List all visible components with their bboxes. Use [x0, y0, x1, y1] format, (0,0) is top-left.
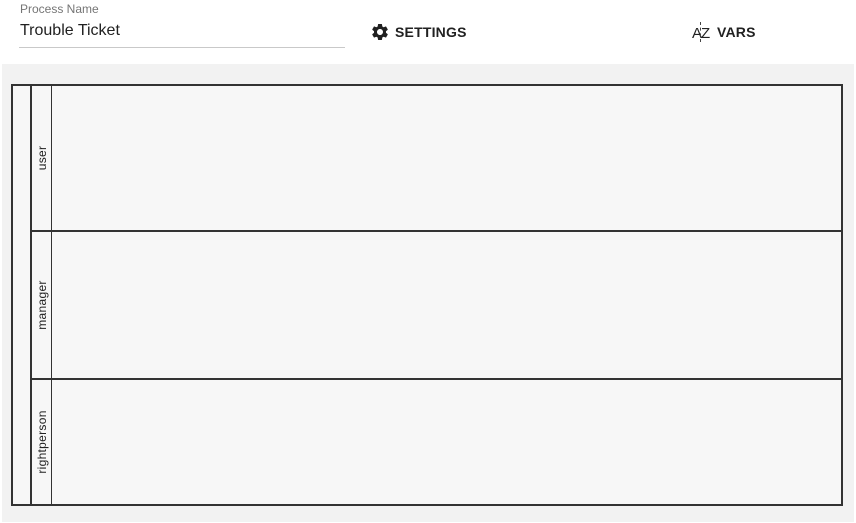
process-name-field: Process Name — [19, 2, 345, 48]
lane-body[interactable] — [52, 232, 841, 378]
vars-button-label: VARS — [717, 24, 756, 40]
diagram-canvas[interactable]: user manager rightperson — [2, 64, 854, 522]
process-name-input[interactable] — [19, 19, 345, 48]
lane-user[interactable]: user — [32, 86, 841, 232]
sort-az-icon: A Z — [691, 21, 713, 43]
lane-rightperson[interactable]: rightperson — [32, 380, 841, 504]
process-editor: Process Name SETTINGS A Z VARS — [0, 0, 856, 523]
settings-button-label: SETTINGS — [395, 24, 467, 40]
lane-header[interactable]: user — [32, 86, 52, 230]
lane-label: manager — [34, 280, 49, 330]
pool-header[interactable] — [13, 86, 32, 504]
lane-body[interactable] — [52, 86, 841, 230]
settings-button[interactable]: SETTINGS — [365, 18, 471, 46]
lane-manager[interactable]: manager — [32, 232, 841, 380]
process-pool[interactable]: user manager rightperson — [11, 84, 843, 506]
vars-button[interactable]: A Z VARS — [687, 18, 760, 46]
process-name-label: Process Name — [20, 2, 99, 16]
lane-header[interactable]: rightperson — [32, 380, 52, 504]
lane-body[interactable] — [52, 380, 841, 504]
lane-label: user — [34, 145, 49, 171]
toolbar: Process Name SETTINGS A Z VARS — [0, 0, 856, 62]
lane-label: rightperson — [34, 410, 49, 474]
lane-header[interactable]: manager — [32, 232, 52, 378]
gear-icon — [369, 21, 391, 43]
